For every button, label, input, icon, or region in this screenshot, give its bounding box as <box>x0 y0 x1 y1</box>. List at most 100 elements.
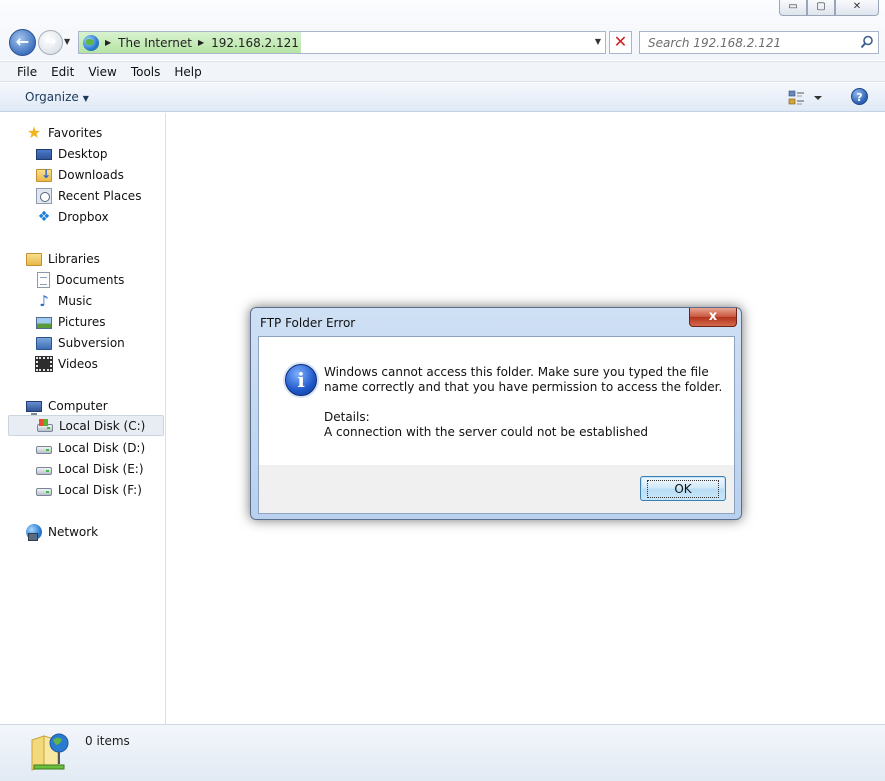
sidebar-item-label: Music <box>58 293 93 308</box>
sidebar-item-label: Documents <box>56 272 125 287</box>
network-icon <box>26 523 42 541</box>
recent-places-icon <box>36 187 52 204</box>
address-history-dropdown[interactable]: ▼ <box>595 37 601 46</box>
sidebar-item-local-disk-e[interactable]: Local Disk (E:) <box>0 458 165 479</box>
sidebar-item-subversion[interactable]: Subversion <box>0 332 165 353</box>
documents-icon <box>37 271 50 288</box>
back-arrow-icon: ← <box>15 32 30 51</box>
dialog-body: i Windows cannot access this folder. Mak… <box>258 336 735 514</box>
dialog-message: Windows cannot access this folder. Make … <box>324 365 723 394</box>
music-note-icon: ♪ <box>39 291 49 310</box>
search-input[interactable] <box>640 32 854 53</box>
sidebar-item-local-disk-c[interactable]: Local Disk (C:) <box>8 415 164 436</box>
sidebar-item-label: Subversion <box>58 335 125 350</box>
breadcrumb-arrow-icon[interactable]: ▶ <box>198 38 204 47</box>
sidebar-item-label: Network <box>48 524 99 539</box>
sidebar-item-libraries[interactable]: Libraries <box>0 248 165 269</box>
subversion-icon <box>36 337 52 350</box>
item-count: 0 items <box>85 734 130 748</box>
help-button[interactable]: ? <box>851 88 868 105</box>
recent-pages-dropdown[interactable]: ▼ <box>64 37 70 46</box>
search-icon[interactable] <box>860 35 874 49</box>
sidebar-item-label: Dropbox <box>58 209 109 224</box>
sidebar-item-network[interactable]: Network <box>0 521 165 542</box>
ok-button[interactable]: OK <box>640 476 726 501</box>
sidebar-item-pictures[interactable]: Pictures <box>0 311 165 332</box>
sidebar-item-documents[interactable]: Documents <box>0 269 165 290</box>
dialog-footer: OK <box>259 465 734 513</box>
sidebar-item-label: Computer <box>48 398 108 413</box>
minimize-button[interactable]: ▭ <box>779 0 807 16</box>
sidebar-item-videos[interactable]: Videos <box>0 353 165 374</box>
menu-view[interactable]: View <box>81 65 123 79</box>
dropbox-icon: ❖ <box>37 208 51 225</box>
sidebar-item-label: Local Disk (F:) <box>58 482 142 497</box>
menu-bar: File Edit View Tools Help <box>0 61 885 82</box>
sidebar-item-favorites[interactable]: ★ Favorites <box>0 122 165 143</box>
hard-drive-icon <box>36 488 52 496</box>
address-bar[interactable]: ▶ The Internet ▶ 192.168.2.121 ▼ <box>78 31 606 54</box>
breadcrumb-arrow-icon[interactable]: ▶ <box>105 38 111 47</box>
dialog-title: FTP Folder Error <box>260 316 356 330</box>
sidebar-item-label: Local Disk (C:) <box>59 418 146 433</box>
hard-drive-icon <box>36 467 52 475</box>
sidebar-item-dropbox[interactable]: ❖ Dropbox <box>0 206 165 227</box>
command-bar: Organize ▼ <box>0 83 885 112</box>
details-label: Details: <box>324 410 370 424</box>
sidebar-item-music[interactable]: ♪ Music <box>0 290 165 311</box>
sidebar-item-computer[interactable]: Computer <box>0 395 165 416</box>
desktop-icon <box>36 149 52 160</box>
menu-edit[interactable]: Edit <box>44 65 81 79</box>
details-pane: 0 items <box>0 724 885 781</box>
forward-button[interactable]: → <box>38 30 63 55</box>
sidebar-item-downloads[interactable]: Downloads <box>0 164 165 185</box>
info-icon: i <box>285 364 317 396</box>
sidebar-item-local-disk-f[interactable]: Local Disk (F:) <box>0 479 165 500</box>
red-x-icon: ✕ <box>613 32 628 51</box>
organize-label: Organize <box>25 90 79 104</box>
sidebar-item-label: Downloads <box>58 167 124 182</box>
sidebar-item-local-disk-d[interactable]: Local Disk (D:) <box>0 437 165 458</box>
maximize-button[interactable]: ▢ <box>807 0 835 16</box>
organize-button[interactable]: Organize ▼ <box>25 90 89 104</box>
ok-label: OK <box>647 479 719 498</box>
close-icon: x <box>708 309 718 324</box>
sidebar-item-label: Recent Places <box>58 188 142 203</box>
window-controls: ▭ ▢ ✕ <box>779 0 879 16</box>
change-view-button[interactable] <box>788 89 832 107</box>
breadcrumb-ip-address[interactable]: 192.168.2.121 <box>211 36 299 50</box>
sidebar-item-label: Libraries <box>48 251 100 266</box>
sidebar-item-label: Videos <box>58 356 98 371</box>
sidebar-item-label: Pictures <box>58 314 106 329</box>
menu-file[interactable]: File <box>10 65 44 79</box>
network-folder-icon <box>31 733 69 771</box>
internet-globe-icon <box>83 34 99 51</box>
downloads-folder-icon <box>36 167 52 182</box>
ftp-error-dialog: FTP Folder Error x i Windows cannot acce… <box>250 307 742 520</box>
search-box[interactable] <box>639 31 879 54</box>
close-window-button[interactable]: ✕ <box>835 0 879 16</box>
hard-drive-icon <box>36 446 52 454</box>
stop-button[interactable]: ✕ <box>609 31 632 54</box>
sidebar-item-desktop[interactable]: Desktop <box>0 143 165 164</box>
libraries-icon <box>26 253 42 266</box>
back-button[interactable]: ← <box>9 29 36 56</box>
forward-arrow-icon: → <box>44 34 57 50</box>
chevron-down-icon: ▼ <box>82 94 89 103</box>
sidebar-item-recent-places[interactable]: Recent Places <box>0 185 165 206</box>
dialog-close-button[interactable]: x <box>689 308 737 327</box>
sidebar-item-label: Local Disk (E:) <box>58 461 144 476</box>
breadcrumb-the-internet[interactable]: The Internet <box>118 36 192 50</box>
sidebar-item-label: Favorites <box>48 125 103 140</box>
pictures-icon <box>36 316 52 329</box>
menu-tools[interactable]: Tools <box>124 65 168 79</box>
details-text: A connection with the server could not b… <box>324 425 648 439</box>
windows-drive-icon <box>37 419 53 432</box>
sidebar-item-label: Desktop <box>58 146 108 161</box>
menu-help[interactable]: Help <box>167 65 208 79</box>
star-icon: ★ <box>26 122 42 142</box>
computer-icon <box>26 400 42 416</box>
film-strip-icon <box>35 356 53 372</box>
navigation-pane: ★ Favorites Desktop Downloads Recent Pla… <box>0 113 166 724</box>
sidebar-item-label: Local Disk (D:) <box>58 440 146 455</box>
